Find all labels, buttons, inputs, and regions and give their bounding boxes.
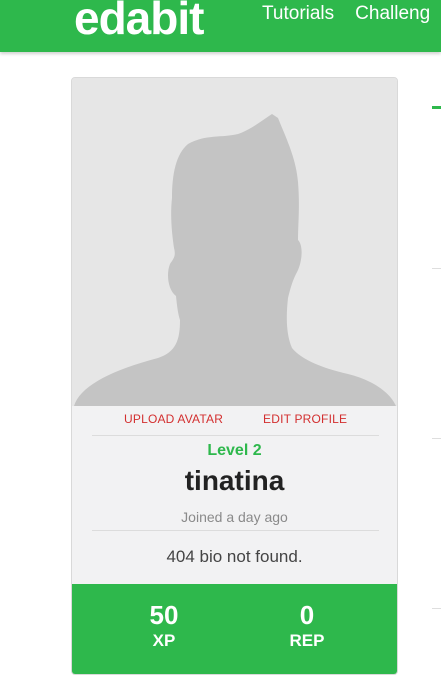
username: tinatina bbox=[184, 465, 285, 496]
tab-underline bbox=[432, 106, 441, 109]
xp-stat: 50 XP bbox=[104, 600, 224, 652]
profile-card: UPLOAD AVATAR EDIT PROFILE Level 2 tinat… bbox=[71, 77, 398, 675]
rep-stat: 0 REP bbox=[247, 600, 367, 652]
user-silhouette-icon bbox=[74, 114, 396, 406]
upload-avatar-button[interactable]: UPLOAD AVATAR bbox=[124, 412, 223, 426]
divider bbox=[432, 608, 441, 609]
nav-challenges[interactable]: Challeng bbox=[355, 0, 430, 28]
divider bbox=[92, 435, 379, 436]
main-nav: Tutorials Challeng bbox=[262, 0, 430, 28]
divider bbox=[92, 530, 379, 531]
divider bbox=[432, 268, 441, 269]
user-level: Level 2 bbox=[207, 442, 262, 459]
rep-label: REP bbox=[289, 631, 325, 650]
stats-bar: 50 XP 0 REP bbox=[72, 584, 397, 674]
top-navbar: edabit Tutorials Challeng bbox=[0, 0, 441, 52]
avatar bbox=[72, 78, 397, 406]
edit-profile-button[interactable]: EDIT PROFILE bbox=[263, 412, 347, 426]
xp-value: 50 bbox=[149, 600, 179, 630]
joined-date: Joined a day ago bbox=[181, 509, 288, 525]
nav-tutorials[interactable]: Tutorials bbox=[262, 0, 334, 28]
site-logo[interactable]: edabit bbox=[74, 0, 204, 44]
xp-label: XP bbox=[152, 631, 176, 650]
profile-actions: UPLOAD AVATAR EDIT PROFILE bbox=[72, 406, 397, 436]
user-bio: 404 bio not found. bbox=[166, 547, 303, 566]
rep-value: 0 bbox=[299, 600, 315, 630]
divider bbox=[432, 438, 441, 439]
